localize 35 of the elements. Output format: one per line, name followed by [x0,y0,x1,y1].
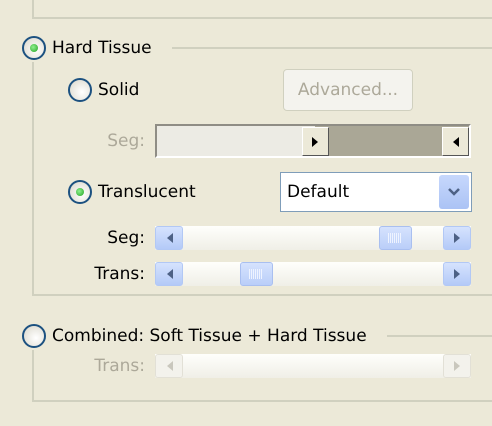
slider-thumb[interactable] [442,127,469,156]
radio-button[interactable] [68,78,92,102]
scrollbar[interactable] [155,262,471,286]
radio-button[interactable] [22,324,46,348]
slider-label: Trans: [93,356,145,376]
grip-icon [388,233,402,243]
group-label: Combined: Soft Tissue + Hard Tissue [52,326,367,346]
dropdown[interactable]: Default [280,172,472,212]
slider-label: Seg: [106,228,145,248]
right-arrow-icon [454,233,460,243]
group-label: Hard Tissue [52,38,152,58]
right-arrow-icon [312,136,318,146]
grip-icon [249,269,264,279]
radio-button[interactable] [22,36,46,60]
chevron-down-icon [448,188,460,196]
radio-button[interactable] [68,180,92,204]
left-arrow-icon [452,136,459,146]
slider-thumb[interactable] [302,127,328,156]
slider-label: Trans: [93,264,145,284]
right-arrow-icon [454,269,460,279]
scroll-left-button[interactable] [155,262,183,286]
left-arrow-icon [166,361,172,371]
option-label: Translucent [98,182,196,202]
right-arrow-icon [454,361,460,371]
slider-label: Seg: [106,131,145,151]
scrollbar[interactable] [155,226,471,250]
scroll-right-button[interactable] [443,262,471,286]
scroll-thumb[interactable] [240,262,273,286]
scroll-thumb[interactable] [378,226,412,250]
left-arrow-icon [166,233,172,243]
range-slider[interactable] [155,124,471,158]
left-arrow-icon [166,269,172,279]
scroll-left-button[interactable] [155,226,183,250]
scroll-right-button[interactable] [443,226,471,250]
option-label: Solid [98,80,140,100]
